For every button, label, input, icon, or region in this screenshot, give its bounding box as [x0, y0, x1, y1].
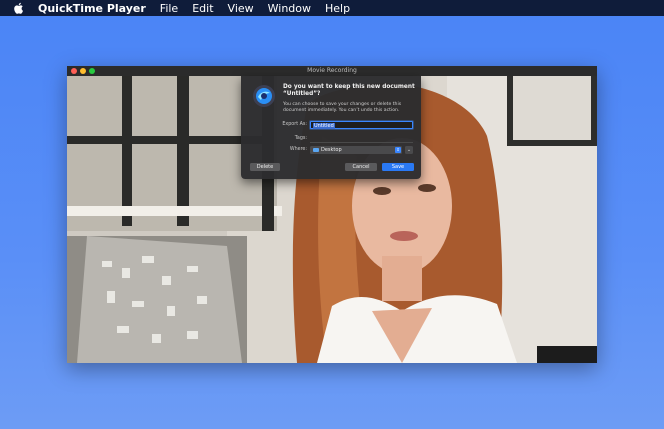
export-as-label: Export As:: [282, 122, 307, 127]
tags-label: Tags:: [294, 136, 307, 141]
chevron-updown-icon: ⇕: [395, 147, 401, 153]
window-title: Movie Recording: [307, 67, 357, 74]
menu-file[interactable]: File: [160, 2, 178, 15]
delete-button[interactable]: Delete: [250, 163, 280, 171]
export-as-value: Untitled: [313, 123, 335, 129]
where-value: Desktop: [321, 147, 342, 153]
cancel-button[interactable]: Cancel: [345, 163, 377, 171]
save-button[interactable]: Save: [382, 163, 414, 171]
where-label: Where:: [289, 147, 307, 152]
tags-field[interactable]: [310, 135, 413, 143]
expand-browser-button[interactable]: ⌄: [405, 146, 413, 154]
menu-bar: QuickTime Player File Edit View Window H…: [0, 0, 664, 16]
app-menu-quicktime[interactable]: QuickTime Player: [38, 2, 146, 15]
save-document-dialog: Do you want to keep this new document “U…: [241, 76, 421, 179]
menu-window[interactable]: Window: [268, 2, 311, 15]
quicktime-app-icon: [253, 85, 275, 107]
dialog-heading: Do you want to keep this new document “U…: [283, 84, 415, 97]
export-as-field[interactable]: Untitled: [310, 121, 413, 129]
folder-icon: [313, 147, 319, 152]
menu-help[interactable]: Help: [325, 2, 350, 15]
where-popup-button[interactable]: Desktop ⇕: [310, 146, 402, 154]
chevron-down-icon: ⌄: [406, 147, 412, 153]
menu-view[interactable]: View: [228, 2, 254, 15]
apple-logo-icon[interactable]: [12, 1, 26, 15]
menu-edit[interactable]: Edit: [192, 2, 213, 15]
dialog-message: You can choose to save your changes or d…: [283, 102, 402, 113]
